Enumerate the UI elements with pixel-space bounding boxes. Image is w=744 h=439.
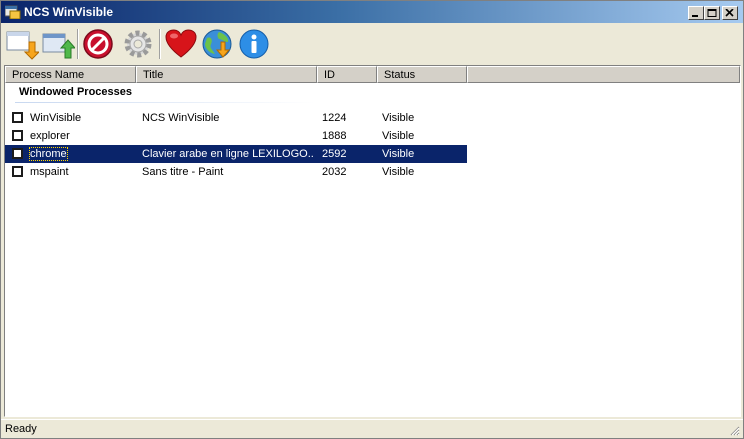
app-icon xyxy=(5,5,21,19)
status-text: Ready xyxy=(5,423,37,435)
stop-icon xyxy=(83,29,113,59)
column-header-status[interactable]: Status xyxy=(377,66,467,83)
process-name: WinVisible xyxy=(30,112,82,124)
toolbar xyxy=(1,23,743,65)
settings-gear-icon xyxy=(124,30,152,58)
update-button[interactable] xyxy=(201,28,235,60)
about-button[interactable] xyxy=(237,28,271,60)
list-header: Process Name Title ID Status xyxy=(5,66,740,83)
update-globe-icon xyxy=(202,29,232,59)
process-status: Visible xyxy=(382,148,415,160)
minimize-icon xyxy=(692,15,698,17)
column-header-process-name[interactable]: Process Name xyxy=(5,66,136,83)
process-status: Visible xyxy=(382,166,415,178)
process-id: 1888 xyxy=(322,130,347,142)
process-id: 2032 xyxy=(322,166,347,178)
status-bar: Ready xyxy=(1,419,743,438)
window-hide-icon xyxy=(6,31,39,60)
row-checkbox[interactable] xyxy=(12,130,23,141)
resize-grip-icon[interactable] xyxy=(728,424,740,436)
window-title: NCS WinVisible xyxy=(24,5,114,19)
app-window: NCS WinVisible Process Name Title ID Sta… xyxy=(0,0,744,439)
stop-button[interactable] xyxy=(82,28,116,60)
heart-icon xyxy=(165,29,197,58)
favorite-button[interactable] xyxy=(164,28,198,60)
process-id: 2592 xyxy=(322,148,347,160)
group-header[interactable]: Windowed Processes xyxy=(19,86,132,98)
process-name: explorer xyxy=(30,130,70,142)
process-name: mspaint xyxy=(30,166,69,178)
close-icon xyxy=(725,9,734,17)
column-header-title[interactable]: Title xyxy=(136,66,317,83)
toolbar-separator xyxy=(159,29,161,59)
table-row-selected[interactable]: chrome Clavier arabe en ligne LEXILOGO..… xyxy=(5,145,467,163)
maximize-button[interactable] xyxy=(704,6,720,20)
process-title: Sans titre - Paint xyxy=(142,166,224,178)
process-status: Visible xyxy=(382,130,415,142)
info-icon xyxy=(239,29,269,59)
show-window-button[interactable] xyxy=(41,28,75,60)
table-row[interactable]: mspaint Sans titre - Paint 2032 Visible xyxy=(5,163,467,181)
process-id: 1224 xyxy=(322,112,347,124)
group-divider xyxy=(15,102,315,103)
row-checkbox[interactable] xyxy=(12,112,23,123)
row-checkbox[interactable] xyxy=(12,166,23,177)
maximize-icon xyxy=(707,9,717,17)
process-status: Visible xyxy=(382,112,415,124)
process-title: Clavier arabe en ligne LEXILOGO... xyxy=(142,148,314,160)
hide-window-button[interactable] xyxy=(5,28,39,60)
title-bar[interactable]: NCS WinVisible xyxy=(1,1,743,23)
close-button[interactable] xyxy=(722,6,738,20)
column-header-id[interactable]: ID xyxy=(317,66,377,83)
row-checkbox[interactable] xyxy=(12,148,23,159)
settings-button[interactable] xyxy=(121,28,155,60)
column-header-filler xyxy=(467,66,740,83)
table-row[interactable]: explorer 1888 Visible xyxy=(5,127,467,145)
table-row[interactable]: WinVisible NCS WinVisible 1224 Visible xyxy=(5,109,467,127)
process-list[interactable]: Process Name Title ID Status Windowed Pr… xyxy=(4,65,741,417)
toolbar-separator xyxy=(77,29,79,59)
process-title: NCS WinVisible xyxy=(142,112,220,124)
minimize-button[interactable] xyxy=(688,6,704,20)
process-name: chrome xyxy=(29,147,68,161)
window-show-icon xyxy=(42,33,75,59)
